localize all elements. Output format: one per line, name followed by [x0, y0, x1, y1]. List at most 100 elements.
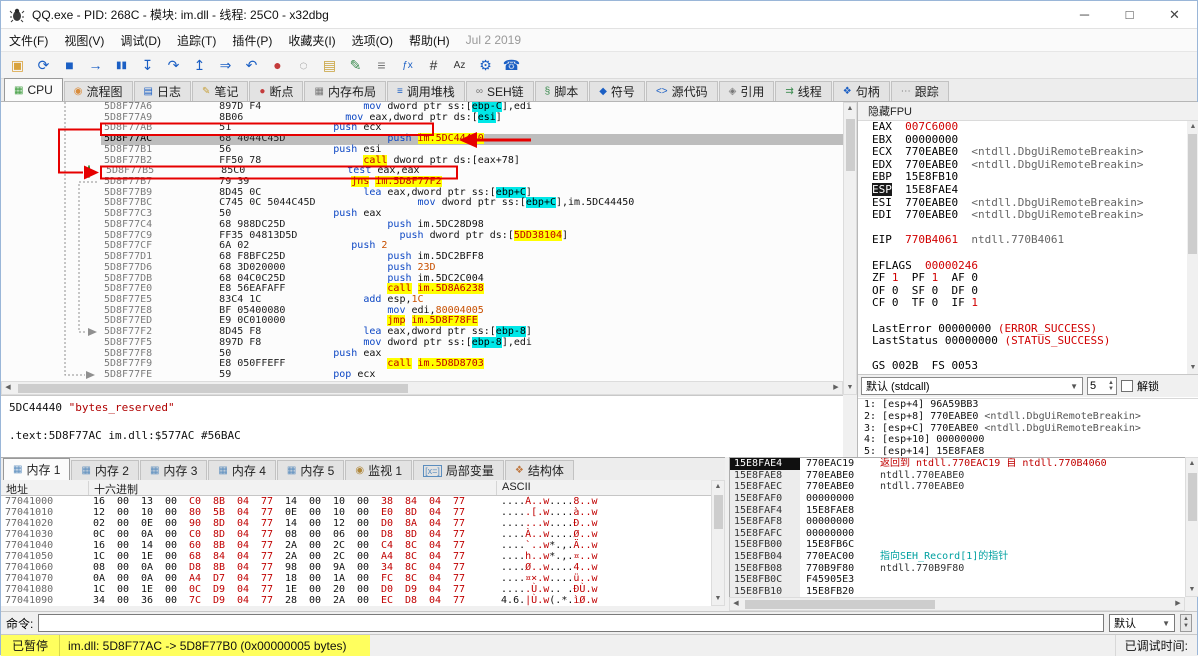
dump-row[interactable]: 77041050 1C 00 1E 00 68 84 04 77 2A 00 2C 00 A4 8C 04 77… — [1, 551, 711, 562]
dump-row[interactable]: 77041030 0C 00 0A 00 C0 8D 04 77 08 00 06 00 D8 8D 04 77… — [1, 529, 711, 540]
tab-CPU[interactable]: ▦ CPU — [4, 78, 63, 101]
dump-row[interactable]: 77041070 0A 00 0A 00 A4 D7 04 77 18 00 1A 00 FC 8C 04 77… — [1, 573, 711, 584]
menu-item[interactable]: 视图(V) — [56, 29, 112, 52]
tab-内存布局[interactable]: ▦ 内存布局 — [304, 81, 386, 101]
maximize-button[interactable]: □ — [1107, 1, 1152, 28]
scroll-thumb[interactable] — [18, 384, 408, 393]
scroll-thumb[interactable] — [1188, 473, 1197, 521]
stack-row[interactable]: 15E8FAF8 00000000 — [730, 516, 1198, 528]
scroll-up-arrow[interactable]: ▲ — [1187, 121, 1198, 133]
dump-vscrollbar[interactable]: ▲ ▼ — [711, 480, 725, 606]
dump-header-address[interactable]: 地址 — [1, 481, 89, 496]
tab-源代码[interactable]: <> 源代码 — [645, 81, 718, 101]
scroll-thumb[interactable] — [846, 119, 855, 171]
phone-button[interactable]: ☎ — [499, 53, 524, 77]
menu-item[interactable]: 选项(O) — [344, 29, 401, 52]
scroll-down-arrow[interactable]: ▼ — [1187, 362, 1198, 374]
az-button[interactable]: Az — [447, 53, 472, 77]
trace-record-button[interactable]: ● — [265, 53, 290, 77]
dump-header-ascii[interactable]: ASCII — [497, 481, 711, 495]
stack-row[interactable]: 15E8FB0C F45905E3 — [730, 574, 1198, 587]
scroll-right-arrow[interactable]: ▶ — [830, 382, 842, 394]
stack-row[interactable]: 15E8FB00 15E8FB6C — [730, 539, 1198, 552]
stack-row[interactable]: 15E8FAEC 770EABE0 ntdll.770EABE0 — [730, 481, 1198, 493]
stack-row[interactable]: 15E8FAE4 770EAC19 返回到 ntdll.770EAC19 自 ntd… — [730, 458, 1198, 470]
command-profile-select[interactable]: 默认 ▼ — [1109, 614, 1175, 632]
dump-header-hex[interactable]: 十六进制 — [89, 481, 497, 496]
scroll-down-arrow[interactable]: ▼ — [712, 593, 724, 605]
tab-断点[interactable]: ● 断点 — [249, 81, 304, 101]
tab-线程[interactable]: ⇉ 线程 — [775, 81, 832, 101]
tab-内存 2[interactable]: ▦ 内存 2 — [71, 460, 139, 480]
tab-脚本[interactable]: § 脚本 — [534, 81, 589, 101]
tab-符号[interactable]: ◆ 符号 — [589, 81, 645, 101]
tab-内存 3[interactable]: ▦ 内存 3 — [139, 460, 208, 480]
calling-convention-select[interactable]: 默认 (stdcall) ▼ — [861, 377, 1083, 395]
dump-row[interactable]: 77041000 16 00 13 00 C0 8B 04 77 14 00 10 00 38 84 04 77… — [1, 496, 711, 507]
register-row[interactable]: GS 002B FS 0053 — [858, 359, 1186, 373]
tab-日志[interactable]: ▤ 日志 — [133, 81, 192, 101]
dump-row[interactable]: 77041020 02 00 0E 00 90 8D 04 77 14 00 12 00 D0 8A 04 77… — [1, 518, 711, 529]
fx-button[interactable]: ƒx — [395, 53, 420, 77]
scroll-up-arrow[interactable]: ▲ — [712, 481, 724, 493]
command-spinner[interactable]: ▲ ▼ — [1180, 614, 1192, 632]
dump-row[interactable]: 77041090 34 00 36 00 7C D9 04 77 28 00 2A 00 EC D8 04 77… — [1, 595, 711, 606]
menu-item[interactable]: 追踪(T) — [169, 29, 224, 52]
register-vscrollbar[interactable]: ▲ ▼ — [1187, 121, 1198, 374]
register-row[interactable]: CF 0 TF 0 IF 1 — [858, 297, 1186, 310]
scroll-down-arrow[interactable]: ▼ — [844, 382, 856, 394]
stack-vscrollbar[interactable]: ▲ ▼ — [1185, 457, 1198, 597]
stack-row[interactable]: 15E8FB08 770B9F80 ntdll.770B9F80 — [730, 562, 1198, 575]
tab-监视 1[interactable]: ◉ 监视 1 — [345, 460, 413, 480]
restart-button[interactable]: ⟳ — [31, 53, 56, 77]
command-input[interactable] — [38, 614, 1104, 632]
scroll-thumb[interactable] — [714, 495, 723, 529]
tab-内存 4[interactable]: ▦ 内存 4 — [208, 460, 276, 480]
stop-button[interactable]: ■ — [57, 53, 82, 77]
argument-row[interactable]: 2: [esp+8] 770EABE0 <ntdll.DbgUiRemoteBr… — [858, 411, 1198, 423]
dump-row[interactable]: 77041040 16 00 14 00 60 8B 04 77 2A 00 2C 00 C4 8C 04 77… — [1, 540, 711, 551]
patches-button[interactable]: ✎ — [343, 53, 368, 77]
stack-row[interactable]: 15E8FAF0 00000000 — [730, 492, 1198, 505]
tab-句柄[interactable]: ❖ 句柄 — [832, 81, 890, 101]
close-button[interactable]: ✕ — [1152, 1, 1197, 28]
tab-SEH链[interactable]: ∞ SEH链 — [465, 81, 534, 101]
scroll-thumb[interactable] — [1188, 134, 1197, 254]
scroll-left-arrow[interactable]: ◀ — [730, 598, 742, 610]
menu-item[interactable]: 插件(P) — [224, 29, 280, 52]
tab-跟踪[interactable]: ⋯ 跟踪 — [890, 81, 949, 101]
tab-笔记[interactable]: ✎ 笔记 — [192, 81, 249, 101]
open-file-button[interactable]: ▣ — [5, 53, 30, 77]
stack-row[interactable]: 15E8FB04 770EAC00 指向SEH_Record[1]的指针 — [730, 551, 1198, 563]
menu-item[interactable]: 帮助(H) — [401, 29, 458, 52]
run-to-cursor-button[interactable]: ⇒ — [213, 53, 238, 77]
disasm-row[interactable]: 5D8F77FE 59 pop ecx — [1, 369, 843, 381]
hide-fpu-button[interactable]: 隐藏FPU — [858, 102, 1198, 121]
settings-button[interactable]: ⚙ — [473, 53, 498, 77]
disasm-row[interactable]: 5D8F77F5 897D F8 mov dword ptr ss:[ebp-8],… — [1, 336, 843, 349]
scroll-right-arrow[interactable]: ▶ — [1172, 598, 1184, 610]
tab-调用堆栈[interactable]: ≡ 调用堆栈 — [386, 81, 465, 101]
tab-流程图[interactable]: ◉ 流程图 — [63, 81, 133, 101]
step-back-button[interactable]: ↶ — [239, 53, 264, 77]
trace-coverage-button[interactable]: ◌ — [291, 53, 316, 77]
hash-button[interactable]: # — [421, 53, 446, 77]
memory-map-button[interactable]: ▤ — [317, 53, 342, 77]
step-over-button[interactable]: ↷ — [161, 53, 186, 77]
menu-item[interactable]: 调试(D) — [112, 29, 169, 52]
tab-局部变量[interactable]: [x=] 局部变量 — [413, 460, 504, 480]
dump-row[interactable]: 77041080 1C 00 1E 00 0C D9 04 77 1E 00 20 00 D0 D9 04 77… — [1, 584, 711, 595]
spinner-arrows-icon[interactable]: ▲ ▼ — [1108, 380, 1114, 392]
stack-row[interactable]: 15E8FAF4 15E8FAE8 — [730, 504, 1198, 517]
step-into-button[interactable]: ↧ — [135, 53, 160, 77]
scroll-down-arrow[interactable]: ▼ — [1186, 584, 1198, 596]
call-stack-button[interactable]: ≡ — [369, 53, 394, 77]
tab-内存 5[interactable]: ▦ 内存 5 — [276, 460, 345, 480]
register-row[interactable]: LastStatus 00000000 (STATUS_SUCCESS) — [858, 334, 1186, 348]
disasm-hscrollbar[interactable]: ◀ ▶ — [1, 381, 843, 395]
scroll-up-arrow[interactable]: ▲ — [844, 103, 856, 115]
disasm-vscrollbar[interactable]: ▲ ▼ — [843, 102, 857, 395]
argument-row[interactable]: 4: [esp+10] 00000000 — [858, 434, 1198, 446]
step-out-button[interactable]: ↥ — [187, 53, 212, 77]
scroll-left-arrow[interactable]: ◀ — [2, 382, 14, 394]
